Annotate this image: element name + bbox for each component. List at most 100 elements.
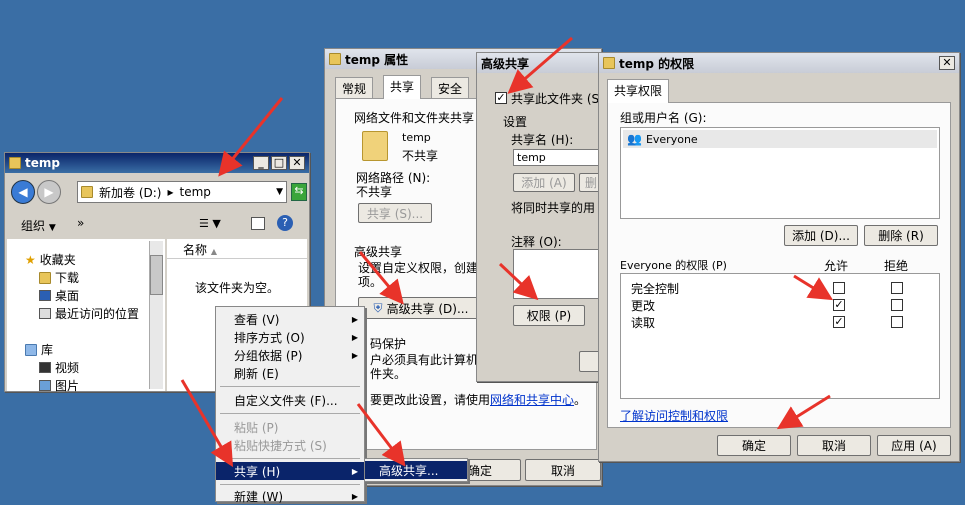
menu-item-share[interactable]: 共享 (H) ▶: [216, 462, 364, 480]
nav-recent-label: 最近访问的位置: [55, 307, 140, 321]
desktop-icon: [39, 290, 51, 301]
share-button[interactable]: 共享 (S)...: [358, 203, 432, 223]
deny-full-control-checkbox[interactable]: [891, 282, 903, 294]
maximize-icon[interactable]: □: [271, 156, 287, 170]
allow-read-checkbox[interactable]: ✓: [833, 316, 845, 328]
nav-recent[interactable]: 最近访问的位置: [39, 305, 139, 322]
menu-item-refresh[interactable]: 刷新 (E): [216, 364, 364, 382]
group-users-list[interactable]: 👥 Everyone: [620, 127, 940, 219]
advanced-sharing-button[interactable]: ⛨ 高级共享 (D)...: [358, 297, 484, 319]
breadcrumb-folder[interactable]: temp: [180, 185, 211, 199]
comment-textarea[interactable]: [513, 249, 601, 299]
menu-item-group-label: 分组依据 (P): [234, 348, 303, 363]
context-menu: 查看 (V) ▶ 排序方式 (O) ▶ 分组依据 (P) ▶ 刷新 (E) 自定义文件…: [215, 306, 365, 505]
permissions-cancel-button[interactable]: 取消: [797, 435, 871, 456]
tab-sharing[interactable]: 共享: [383, 75, 422, 99]
advanced-sharing-title: 高级共享: [481, 56, 530, 71]
chevron-right-icon: ▶: [351, 491, 358, 501]
scroll-thumb[interactable]: [150, 255, 163, 295]
close-icon[interactable]: ✕: [289, 156, 305, 170]
tab-general[interactable]: 常规: [335, 77, 374, 99]
preview-pane-icon[interactable]: [251, 217, 265, 230]
change-settings-suffix: 。: [574, 393, 587, 407]
perm-name-read: 读取: [631, 316, 656, 330]
share-name-input[interactable]: temp: [513, 149, 601, 166]
deny-change-checkbox[interactable]: [891, 299, 903, 311]
tab-share-permissions[interactable]: 共享权限: [607, 79, 670, 103]
view-options-icon[interactable]: ☰ ▼: [199, 217, 221, 230]
menu-item-group[interactable]: 分组依据 (P) ▶: [216, 346, 364, 364]
address-bar[interactable]: 新加卷 (D:) ▸ temp ▼: [77, 181, 287, 203]
more-toolbar-button[interactable]: »: [77, 216, 84, 230]
menu-item-sort[interactable]: 排序方式 (O) ▶: [216, 328, 364, 346]
nav-videos[interactable]: 视频: [39, 359, 79, 376]
menu-item-paste-label: 粘贴 (P): [234, 420, 279, 435]
back-button[interactable]: ◀: [11, 180, 35, 204]
share-state: 不共享: [402, 149, 439, 163]
permissions-titlebar: temp 的权限 ✕: [599, 53, 959, 73]
nav-favorites[interactable]: ★ 收藏夹: [25, 251, 76, 268]
everyone-label: Everyone: [645, 132, 698, 146]
remove-user-button[interactable]: 删除 (R): [864, 225, 938, 246]
nav-scrollbar[interactable]: [149, 241, 163, 389]
folder-icon: [603, 57, 615, 69]
nav-pictures[interactable]: 图片: [39, 377, 79, 394]
properties-cancel-button[interactable]: 取消: [525, 459, 601, 481]
nav-libraries[interactable]: 库: [25, 341, 53, 358]
breadcrumb-drive[interactable]: 新加卷 (D:): [99, 184, 161, 201]
permissions-ok-button[interactable]: 确定: [717, 435, 791, 456]
column-header-name[interactable]: 名称 ▲: [167, 241, 307, 259]
menu-item-share-label: 共享 (H): [234, 464, 281, 479]
network-sharing-center-link[interactable]: 网络和共享中心: [490, 393, 574, 407]
deny-column-header: 拒绝: [884, 259, 909, 273]
perm-name-change: 更改: [631, 299, 656, 313]
empty-folder-text: 该文件夹为空。: [195, 281, 280, 295]
permissions-button[interactable]: 权限 (P): [513, 305, 585, 326]
column-name-label: 名称: [183, 243, 208, 257]
change-settings-prefix: 要更改此设置，请使用: [370, 393, 491, 407]
explorer-title: temp: [25, 156, 60, 170]
menu-item-new[interactable]: 新建 (W) ▶: [216, 487, 364, 505]
menu-item-view[interactable]: 查看 (V) ▶: [216, 310, 364, 328]
tab-security[interactable]: 安全: [431, 77, 470, 99]
share-submenu: 高级共享...: [364, 458, 468, 482]
user-group-icon: 👥: [627, 132, 642, 146]
refresh-icon[interactable]: ⇆: [291, 183, 307, 201]
folder-icon: [81, 186, 93, 198]
nav-desktop[interactable]: 桌面: [39, 287, 79, 304]
menu-item-paste[interactable]: 粘贴 (P): [216, 418, 364, 436]
nav-downloads-label: 下载: [55, 271, 80, 285]
big-folder-icon: [362, 131, 388, 161]
menu-item-customize[interactable]: 自定义文件夹 (F)...: [216, 391, 364, 409]
add-user-button[interactable]: 添加 (D)...: [784, 225, 858, 246]
submenu-advanced-sharing[interactable]: 高级共享...: [365, 461, 467, 479]
permissions-table: 完全控制 更改 ✓ 读取 ✓: [620, 273, 940, 399]
password-group-label: 码保护: [370, 337, 407, 351]
adv-share-group-label: 高级共享: [354, 245, 403, 259]
add-share-button[interactable]: 添加 (A): [513, 173, 575, 192]
forward-button[interactable]: ▶: [37, 180, 61, 204]
share-name-label: 共享名 (H):: [511, 133, 574, 147]
allow-full-control-checkbox[interactable]: [833, 282, 845, 294]
permissions-apply-button[interactable]: 应用 (A): [877, 435, 951, 456]
minimize-icon[interactable]: _: [253, 156, 269, 170]
menu-item-sort-label: 排序方式 (O): [234, 330, 305, 345]
nav-libraries-label: 库: [41, 343, 54, 357]
chevron-down-icon[interactable]: ▼: [276, 187, 283, 197]
list-item-everyone[interactable]: 👥 Everyone: [623, 130, 937, 148]
help-icon[interactable]: ?: [277, 215, 293, 231]
menu-item-paste-shortcut-label: 粘贴快捷方式 (S): [234, 438, 327, 453]
access-control-link[interactable]: 了解访问控制和权限: [620, 407, 728, 424]
share-folder-checkbox[interactable]: ✓: [495, 92, 507, 104]
picture-icon: [39, 380, 51, 391]
nav-desktop-label: 桌面: [55, 289, 80, 303]
allow-change-checkbox[interactable]: ✓: [833, 299, 845, 311]
chevron-right-icon: ▶: [351, 350, 358, 360]
nav-downloads[interactable]: 下载: [39, 269, 79, 286]
advanced-sharing-titlebar: 高级共享: [477, 53, 603, 73]
chevron-right-icon: ▶: [351, 314, 358, 324]
close-icon[interactable]: ✕: [939, 56, 955, 70]
menu-item-paste-shortcut[interactable]: 粘贴快捷方式 (S): [216, 436, 364, 454]
organize-menu[interactable]: 组织 ▼: [21, 217, 56, 234]
deny-read-checkbox[interactable]: [891, 316, 903, 328]
